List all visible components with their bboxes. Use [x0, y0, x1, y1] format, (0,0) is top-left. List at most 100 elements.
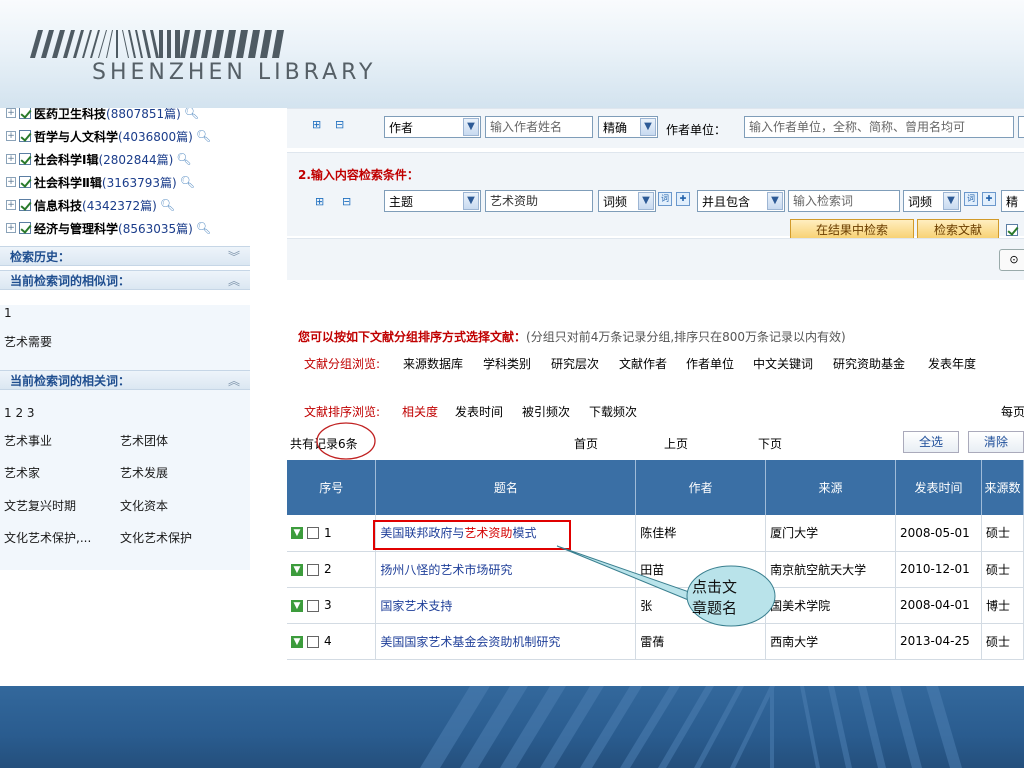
subject-field-select[interactable]: 主题 ▼ [384, 190, 481, 212]
logic-select[interactable]: 并且包含 ▼ [697, 190, 785, 212]
database-item[interactable]: + 哲学与人文科学 (4036800篇) 🔍︎ [6, 125, 211, 147]
database-item[interactable]: + 医药卫生科技 (8807851篇) 🔍︎ [6, 108, 199, 124]
expand-icon[interactable]: + [6, 200, 16, 210]
related-word[interactable]: 文化资本 [120, 497, 168, 514]
database-checkbox[interactable] [19, 130, 31, 142]
row-checkbox[interactable] [307, 635, 319, 648]
row-checkbox[interactable] [307, 563, 319, 576]
row-checkbox[interactable] [307, 599, 319, 612]
expand-icon[interactable]: + [6, 131, 16, 141]
article-title-link[interactable]: 扬州八怪的艺术市场研究 [380, 563, 512, 577]
related-word[interactable]: 文化艺术保护,... [4, 529, 91, 546]
expand-icon[interactable]: + [6, 223, 16, 233]
article-title-link[interactable]: 美国国家艺术基金会资助机制研究 [380, 635, 560, 649]
magnifier-icon[interactable]: 🔍︎ [196, 221, 211, 235]
database-name[interactable]: 社会科学Ⅱ辑 [34, 174, 102, 191]
select-all-button[interactable]: 全选 [903, 431, 959, 453]
database-item[interactable]: + 社会科学Ⅱ辑 (3163793篇) 🔍︎ [6, 171, 195, 193]
remove-row-icon[interactable]: ⊟ [342, 195, 351, 208]
article-title-link[interactable]: 国家艺术支持 [380, 599, 452, 613]
expand-icon[interactable]: + [6, 177, 16, 187]
author-match-select[interactable]: 精确 ▼ [598, 116, 658, 138]
group-browse-item[interactable]: 发表年度 [928, 355, 976, 372]
column-header[interactable]: 题名 [375, 460, 637, 515]
similar-words-title[interactable]: 当前检索词的相似词： ︽ [0, 270, 250, 290]
add-row-icon[interactable]: ⊞ [312, 118, 321, 131]
magnifier-icon[interactable]: 🔍︎ [184, 108, 199, 120]
magnifier-icon[interactable]: 🔍︎ [196, 129, 211, 143]
database-checkbox[interactable] [19, 153, 31, 165]
column-header[interactable]: 序号 [287, 460, 377, 515]
expand-icon[interactable]: + [6, 108, 16, 118]
download-icon[interactable]: ▼ [291, 635, 303, 648]
database-checkbox[interactable] [19, 108, 31, 119]
author-unit-extra[interactable] [1018, 116, 1024, 138]
expand-icon[interactable]: ✚ [982, 192, 996, 206]
similar-word[interactable]: 艺术需要 [4, 333, 52, 350]
related-word[interactable]: 艺术家 [4, 464, 40, 481]
group-browse-item[interactable]: 中文关键词 [753, 355, 813, 372]
download-icon[interactable]: ▼ [291, 599, 303, 612]
expand-icon[interactable]: + [6, 154, 16, 164]
related-word[interactable]: 艺术发展 [120, 464, 168, 481]
database-name[interactable]: 信息科技 [34, 197, 82, 214]
related-word[interactable]: 艺术团体 [120, 432, 168, 449]
download-icon[interactable]: ▼ [291, 527, 303, 540]
word-frequency-select[interactable]: 词频 ▼ [598, 190, 656, 212]
options-button[interactable]: ⊙ [999, 249, 1024, 271]
thesaurus-icon[interactable]: 词 [658, 192, 672, 206]
column-header[interactable]: 发表时间 [895, 460, 982, 515]
group-browse-item[interactable]: 研究层次 [551, 355, 599, 372]
column-header[interactable]: 来源 [765, 460, 897, 515]
database-checkbox[interactable] [19, 176, 31, 188]
column-header[interactable]: 作者 [635, 460, 767, 515]
magnifier-icon[interactable]: 🔍︎ [176, 152, 191, 166]
related-pages[interactable]: 1 2 3 [4, 406, 35, 420]
match-select-2[interactable]: 精 [1001, 190, 1024, 212]
row-checkbox[interactable] [307, 527, 319, 540]
related-words-title[interactable]: 当前检索词的相关词： ︽ [0, 370, 250, 390]
group-browse-item[interactable]: 学科类别 [483, 355, 531, 372]
database-name[interactable]: 社会科学Ⅰ辑 [34, 151, 98, 168]
option-checkbox[interactable] [1006, 224, 1018, 236]
remove-row-icon[interactable]: ⊟ [335, 118, 344, 131]
column-header[interactable]: 来源数 [981, 460, 1024, 515]
sort-browse-item[interactable]: 相关度 [402, 403, 438, 420]
database-name[interactable]: 经济与管理科学 [34, 220, 118, 237]
next-page-link[interactable]: 下页 [758, 435, 782, 452]
prev-page-link[interactable]: 上页 [664, 435, 688, 452]
download-icon[interactable]: ▼ [291, 563, 303, 576]
author-unit-input[interactable]: 输入作者单位，全称、简称、曾用名均可 [744, 116, 1014, 138]
magnifier-icon[interactable]: 🔍︎ [160, 198, 175, 212]
expand-icon[interactable]: ✚ [676, 192, 690, 206]
subject-input[interactable]: 艺术资助 [485, 190, 593, 212]
author-field-select[interactable]: 作者 ▼ [384, 116, 481, 138]
related-word[interactable]: 艺术事业 [4, 432, 52, 449]
database-name[interactable]: 哲学与人文科学 [34, 128, 118, 145]
author-name-input[interactable]: 输入作者姓名 [485, 116, 593, 138]
sort-browse-item[interactable]: 发表时间 [455, 403, 503, 420]
add-row-icon[interactable]: ⊞ [315, 195, 324, 208]
database-checkbox[interactable] [19, 222, 31, 234]
keyword-input[interactable]: 输入检索词 [788, 190, 900, 212]
clear-button[interactable]: 清除 [968, 431, 1024, 453]
related-word[interactable]: 文化艺术保护 [120, 529, 192, 546]
database-checkbox[interactable] [19, 199, 31, 211]
database-item[interactable]: + 经济与管理科学 (8563035篇) 🔍︎ [6, 217, 211, 239]
database-item[interactable]: + 社会科学Ⅰ辑 (2802844篇) 🔍︎ [6, 148, 192, 170]
search-history-title[interactable]: 检索历史： ︾ [0, 246, 250, 266]
related-word[interactable]: 文艺复兴时期 [4, 497, 76, 514]
group-browse-item[interactable]: 文献作者 [619, 355, 667, 372]
thesaurus-icon[interactable]: 词 [964, 192, 978, 206]
sort-browse-item[interactable]: 下载频次 [589, 403, 637, 420]
sort-browse-item[interactable]: 被引频次 [522, 403, 570, 420]
word-frequency-select-2[interactable]: 词频 ▼ [903, 190, 961, 212]
group-browse-item[interactable]: 来源数据库 [403, 355, 463, 372]
database-item[interactable]: + 信息科技 (4342372篇) 🔍︎ [6, 194, 175, 216]
magnifier-icon[interactable]: 🔍︎ [180, 175, 195, 189]
similar-pages[interactable]: 1 [4, 306, 12, 320]
first-page-link[interactable]: 首页 [574, 435, 598, 452]
group-browse-item[interactable]: 作者单位 [686, 355, 734, 372]
database-name[interactable]: 医药卫生科技 [34, 108, 106, 122]
group-browse-item[interactable]: 研究资助基金 [833, 355, 905, 372]
